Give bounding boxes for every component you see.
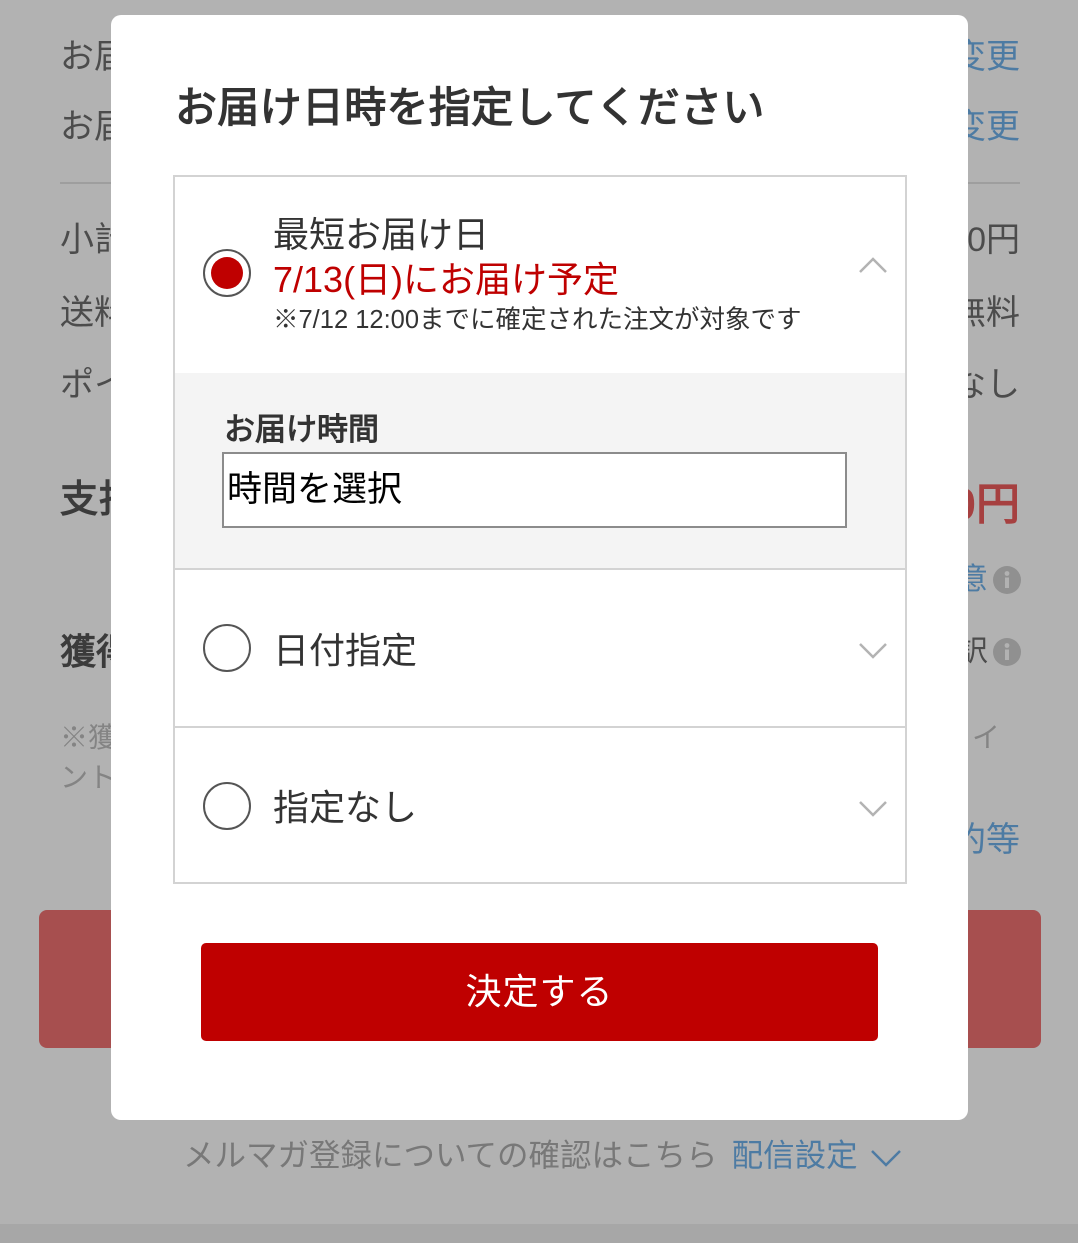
radio-selected-dot <box>211 257 243 289</box>
option-label: 日付指定 <box>273 630 418 671</box>
chevron-down-icon[interactable] <box>858 799 888 817</box>
delivery-time-select[interactable]: 時間を選択 <box>222 452 847 528</box>
option-specify-date[interactable]: 日付指定 <box>175 568 905 726</box>
radio-specify-date[interactable] <box>203 624 251 672</box>
option-earliest-delivery[interactable]: 最短お届け日 7/13(日)にお届け予定 ※7/12 12:00までに確定された… <box>175 177 905 373</box>
delivery-options-list: 最短お届け日 7/13(日)にお届け予定 ※7/12 12:00までに確定された… <box>173 175 907 884</box>
order-cutoff-note: ※7/12 12:00までに確定された注文が対象です <box>273 306 802 334</box>
estimated-delivery-date: 7/13(日)にお届け予定 <box>273 259 620 300</box>
dialog-title: お届け日時を指定してください <box>175 84 765 131</box>
radio-earliest-delivery[interactable] <box>203 249 251 297</box>
chevron-up-icon[interactable] <box>858 256 888 274</box>
delivery-datetime-dialog: お届け日時を指定してください 最短お届け日 7/13(日)にお届け予定 ※7/1… <box>111 15 968 1120</box>
option-label: 最短お届け日 <box>273 214 490 255</box>
checkout-page: お届 変更 お届 変更 小計 0円 送料 無料 ポイ なし 支払 0円 意 獲得… <box>0 0 1078 1243</box>
radio-no-preference[interactable] <box>203 782 251 830</box>
confirm-button[interactable]: 決定する <box>201 943 878 1041</box>
option-no-preference[interactable]: 指定なし <box>175 726 905 882</box>
select-value: 時間を選択 <box>227 470 403 509</box>
delivery-time-panel: お届け時間 時間を選択 <box>175 373 905 568</box>
delivery-time-label: お届け時間 <box>224 412 379 447</box>
option-label: 指定なし <box>273 787 418 828</box>
chevron-down-icon[interactable] <box>858 641 888 659</box>
